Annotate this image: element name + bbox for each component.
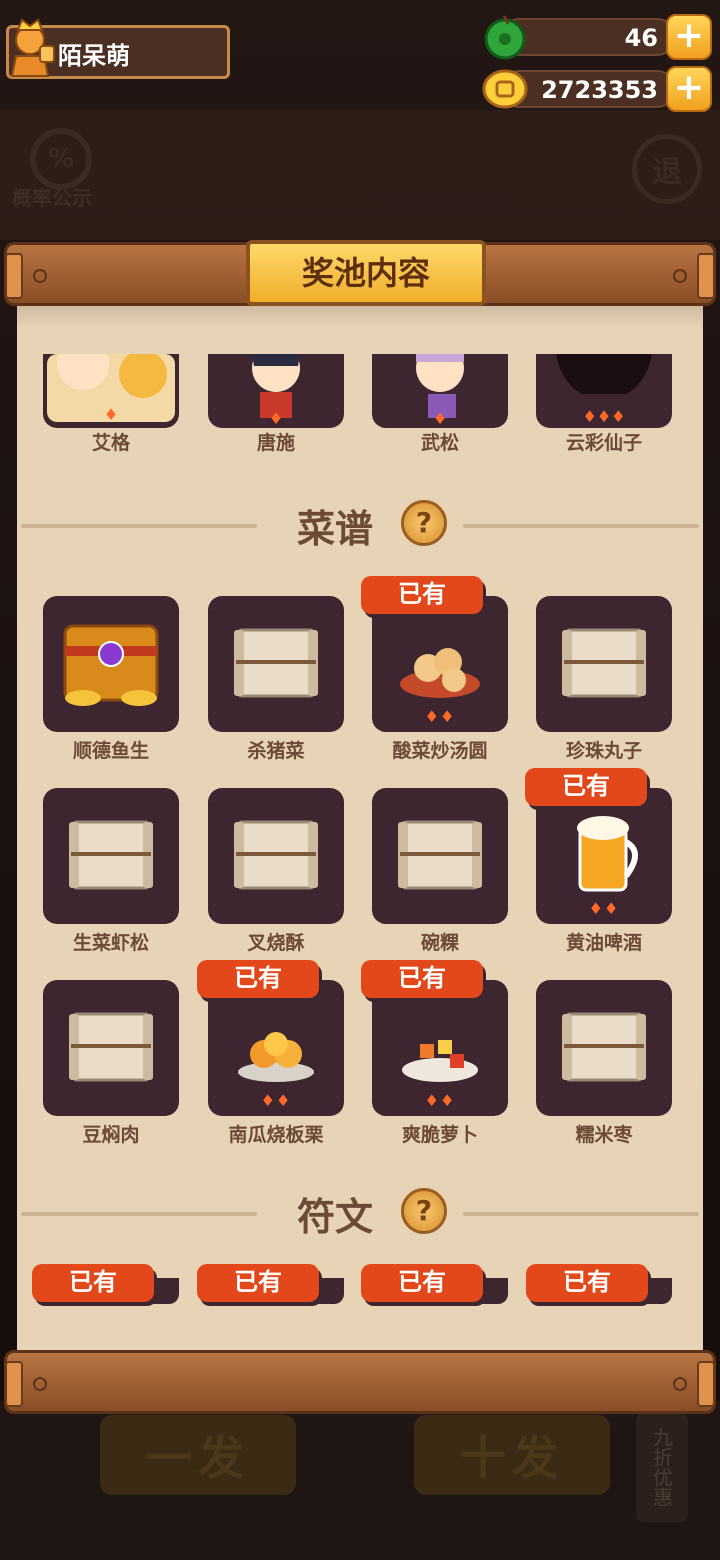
character-card-aige[interactable]: ♦ (43, 338, 179, 428)
recipes-help-icon[interactable]: ? (401, 500, 447, 546)
locked-recipe-scroll-icon (562, 1012, 646, 1082)
divider (21, 1212, 257, 1216)
divider (21, 524, 257, 528)
locked-recipe-scroll-icon (398, 820, 482, 890)
recipe-label: 顺德鱼生 (72, 740, 149, 762)
svg-text:♦♦♦: ♦♦♦ (582, 407, 625, 426)
locked-recipe-scroll-icon (234, 820, 318, 890)
recipe-label: 碗粿 (420, 932, 459, 954)
recipe-label: 生菜虾松 (72, 932, 149, 954)
single-draw-button[interactable]: 一发 (100, 1415, 296, 1495)
rune-owned-tag: 已有 (526, 1264, 648, 1302)
player-name: 陌呆萌 (58, 42, 130, 70)
runes-help-icon[interactable]: ? (401, 1188, 447, 1234)
character-portrait-icon: ♦ (252, 344, 300, 428)
rarity-flame-icon: ♦♦ (424, 1091, 456, 1110)
gold-coin-icon (482, 69, 528, 109)
character-portrait-icon: ♦ (416, 344, 464, 428)
recipe-label: 豆焖肉 (82, 1124, 140, 1146)
rod-rivet (673, 269, 687, 283)
chest-dish-icon (63, 624, 159, 706)
character-portrait-icon: ♦ (47, 338, 175, 424)
character-silhouette-icon: ♦♦♦ (556, 354, 652, 426)
rune-owned-tag: 已有 (361, 1264, 483, 1302)
recipe-label: 爽脆萝卜 (401, 1124, 478, 1146)
character-label: 云彩仙子 (565, 432, 642, 454)
rod-end (697, 1361, 715, 1407)
locked-recipe-scroll-icon (69, 820, 153, 890)
recipe-card[interactable]: ♦♦ (208, 980, 344, 1116)
recipe-card[interactable] (43, 980, 179, 1116)
jade-icon (484, 15, 526, 60)
jade-value: 46 (624, 24, 658, 52)
player-avatar-icon[interactable] (4, 16, 56, 80)
rarity-flame-icon: ♦♦ (260, 1091, 292, 1110)
owned-tag: 已有 (361, 960, 483, 998)
panel-title: 奖池内容 (246, 240, 486, 306)
recipe-card[interactable] (536, 596, 672, 732)
svg-text:♦: ♦ (104, 405, 118, 424)
rod-end (5, 253, 23, 299)
recipe-label: 糯米枣 (575, 1124, 633, 1146)
rarity-flame-icon: ♦♦ (424, 707, 456, 726)
add-gold-button[interactable]: + (666, 66, 712, 112)
locked-recipe-scroll-icon (562, 628, 646, 698)
probability-gear-icon[interactable]: % (30, 128, 92, 190)
character-label: 武松 (420, 432, 459, 454)
background-banner (0, 110, 720, 240)
character-label: 艾格 (91, 432, 130, 454)
recipe-card[interactable] (43, 788, 179, 924)
rod-end (697, 253, 715, 299)
owned-tag: 已有 (525, 768, 647, 806)
recipe-label: 酸菜炒汤圆 (392, 740, 488, 762)
recipe-card[interactable]: ♦♦ (372, 980, 508, 1116)
recipes-title: 菜谱 (297, 507, 374, 551)
svg-text:♦: ♦ (269, 409, 283, 428)
add-jade-button[interactable]: + (666, 14, 712, 60)
rod-rivet (33, 269, 47, 283)
recipe-card[interactable] (43, 596, 179, 732)
recipe-card[interactable] (208, 596, 344, 732)
owned-tag: 已有 (197, 960, 319, 998)
scroll-bottom-rod (4, 1350, 716, 1414)
divider (463, 524, 699, 528)
recipe-card[interactable] (372, 788, 508, 924)
character-card-wusong[interactable]: ♦ (372, 344, 508, 428)
locked-recipe-scroll-icon (234, 628, 318, 698)
recipe-label: 杀猪菜 (247, 740, 305, 762)
ten-draw-button[interactable]: 十发 (414, 1415, 610, 1495)
character-card-yuncai[interactable]: ♦♦♦ (536, 354, 672, 428)
character-label: 唐施 (256, 432, 295, 454)
probability-label[interactable]: 概率公示 (12, 182, 92, 211)
recipe-label: 叉烧酥 (247, 932, 305, 954)
rod-end (5, 1361, 23, 1407)
character-card-tangshi[interactable]: ♦ (208, 344, 344, 428)
recipe-card[interactable] (536, 980, 672, 1116)
svg-text:♦: ♦ (433, 409, 447, 428)
recipe-card[interactable]: ♦♦ (372, 596, 508, 732)
recipe-label: 珍珠丸子 (565, 740, 642, 762)
runes-section-header: 符文 ? (17, 1184, 703, 1244)
locked-recipe-scroll-icon (69, 1012, 153, 1082)
rod-rivet (673, 1377, 687, 1391)
rune-owned-tag: 已有 (197, 1264, 319, 1302)
prize-pool-panel: ♦ ♦ ♦ ♦♦♦ 艾格 唐施 武松 云彩仙子 菜谱 ? 顺德鱼生 杀猪菜 ♦♦ (17, 300, 703, 1352)
owned-tag: 已有 (361, 576, 483, 614)
recipe-card[interactable] (208, 788, 344, 924)
recipe-label: 南瓜烧板栗 (228, 1124, 324, 1146)
gold-value: 2723353 (541, 76, 658, 104)
recipe-label: 黄油啤酒 (565, 932, 642, 954)
rarity-flame-icon: ♦♦ (588, 899, 620, 918)
exit-button[interactable]: 退 (632, 134, 702, 204)
discount-badge: 九折优惠 (636, 1412, 688, 1522)
recipe-card[interactable]: ♦♦ (536, 788, 672, 924)
rune-owned-tag: 已有 (32, 1264, 154, 1302)
divider (463, 1212, 699, 1216)
recipes-section-header: 菜谱 ? (17, 496, 703, 556)
runes-title: 符文 (297, 1195, 374, 1239)
rod-rivet (33, 1377, 47, 1391)
